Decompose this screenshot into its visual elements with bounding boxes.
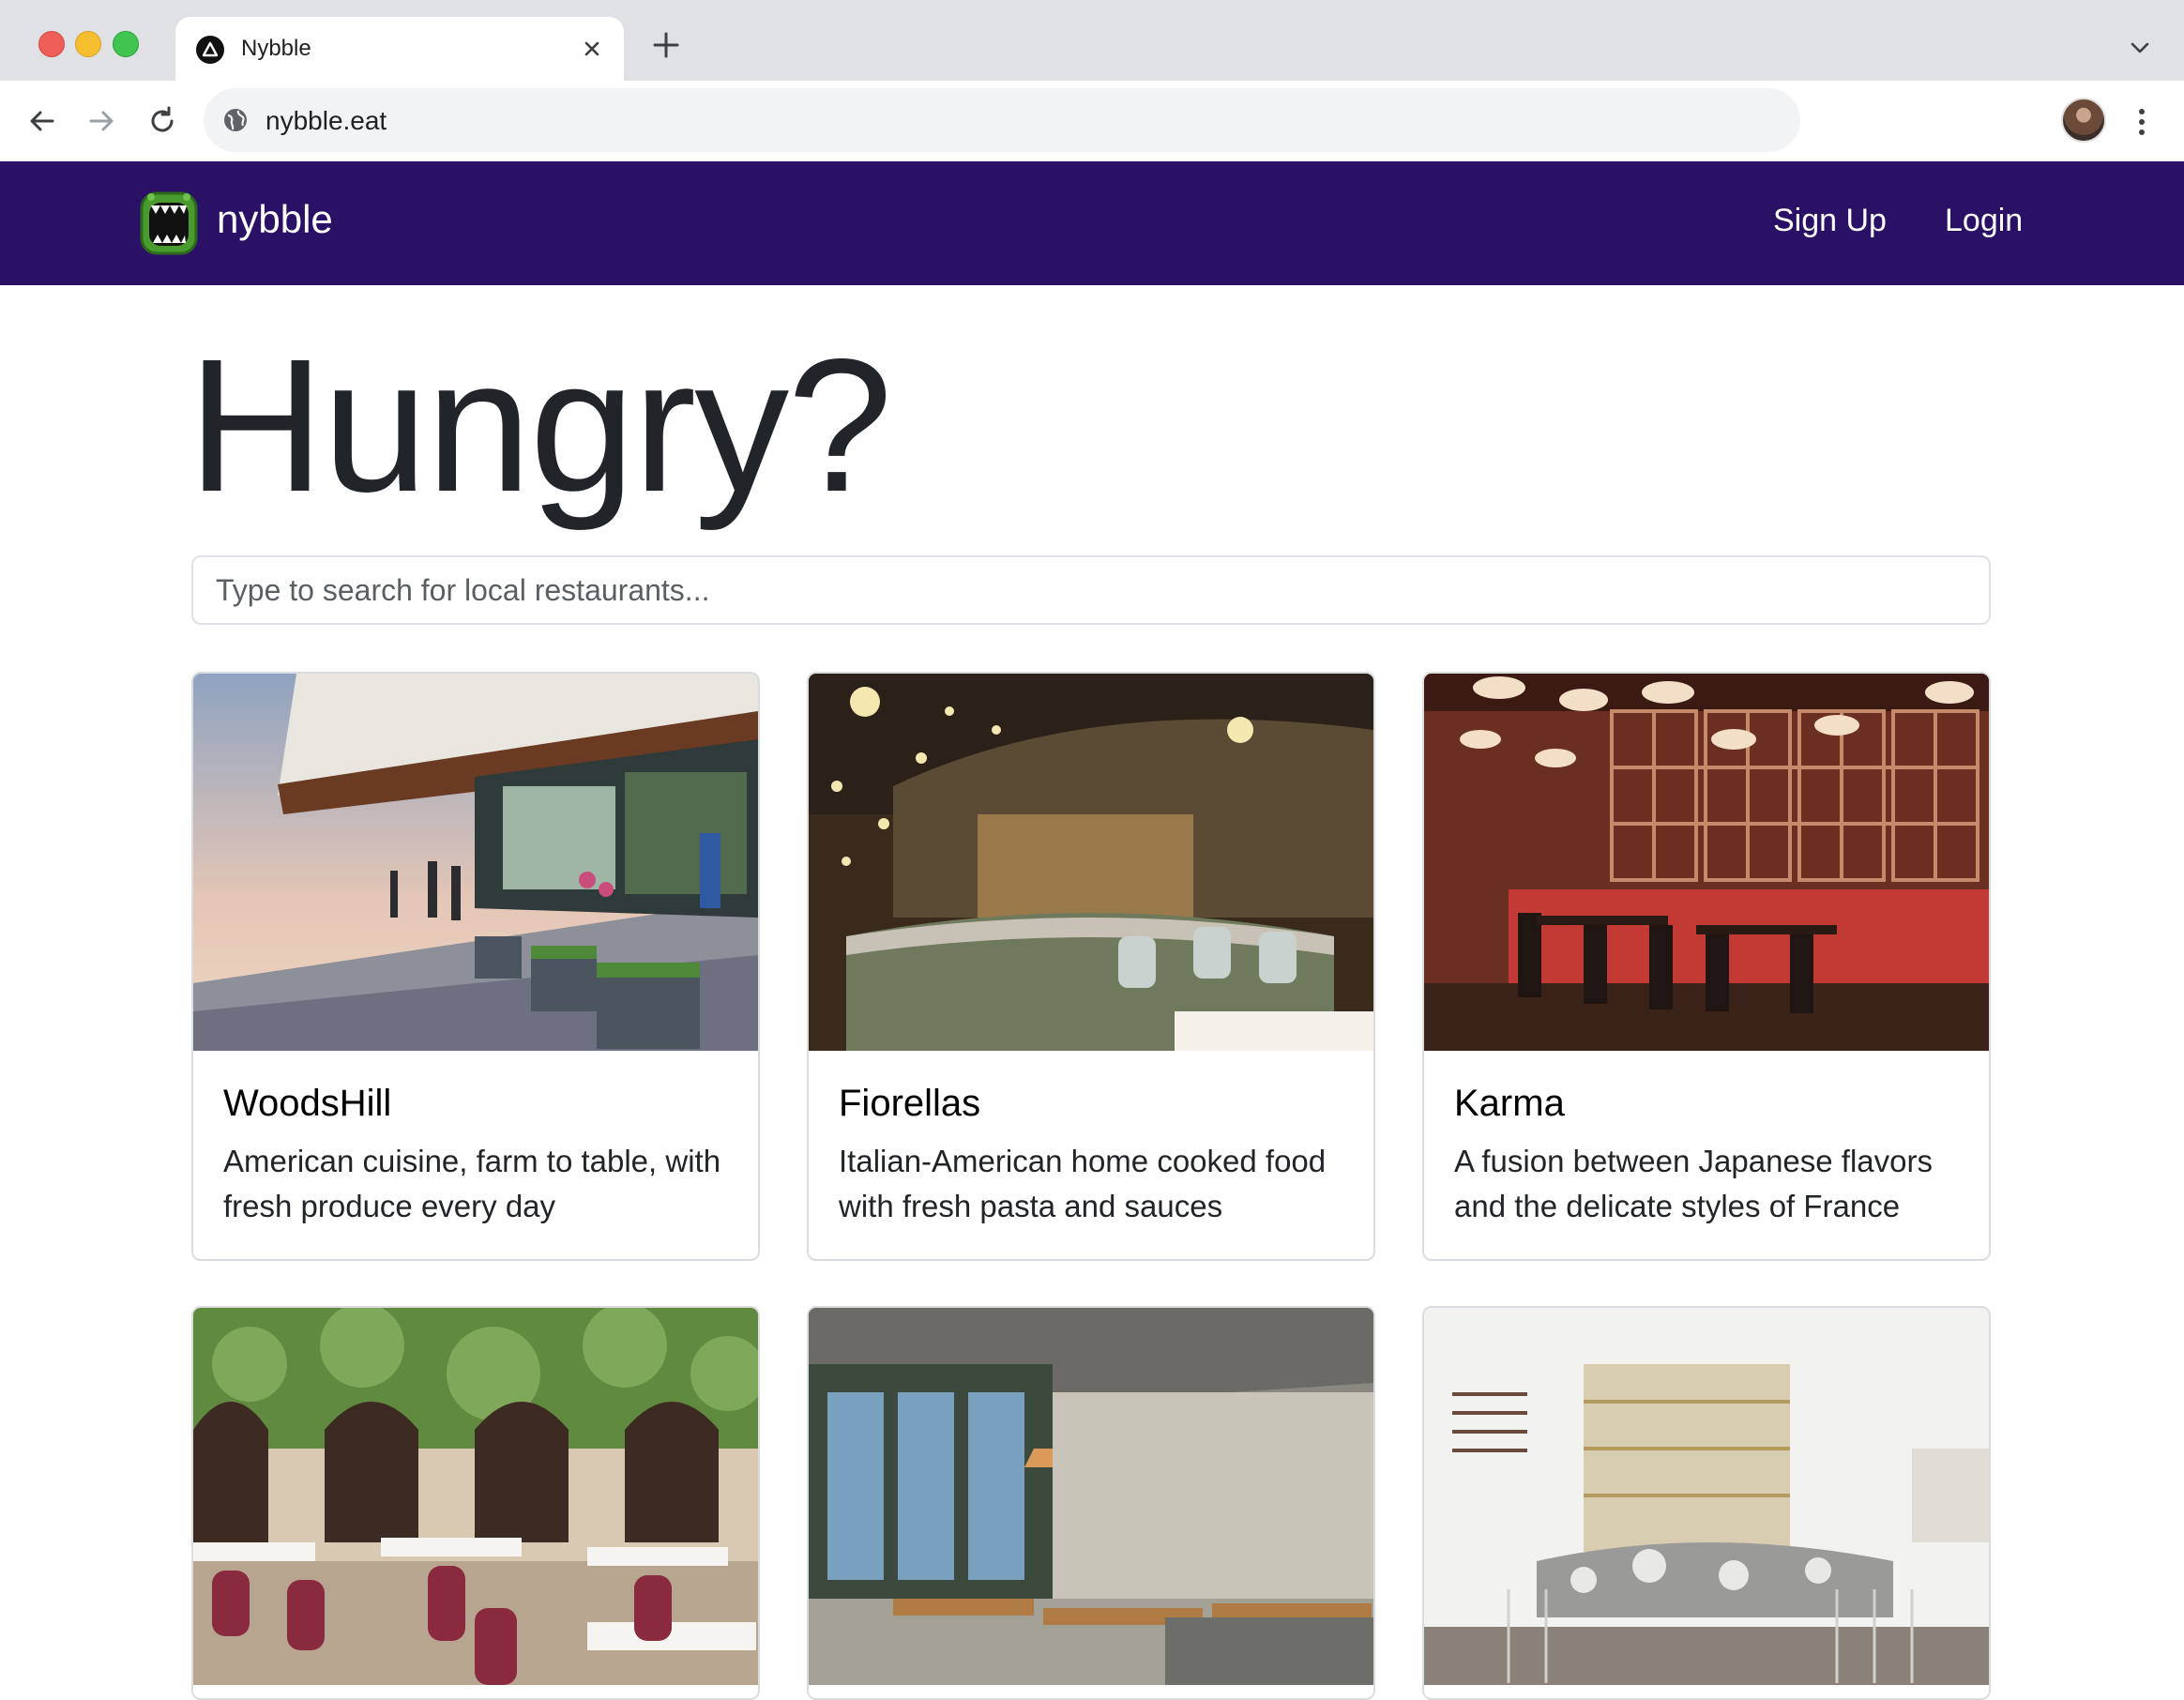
- restaurant-card[interactable]: WoodsHill American cuisine, farm to tabl…: [191, 672, 760, 1261]
- restaurant-photo[interactable]: [809, 674, 1373, 1051]
- brand-name[interactable]: nybble: [217, 197, 333, 242]
- restaurant-photo[interactable]: [809, 1308, 1373, 1685]
- restaurant-card[interactable]: [191, 1306, 760, 1700]
- close-tab-icon[interactable]: [577, 34, 607, 64]
- reload-icon[interactable]: [143, 101, 182, 141]
- restaurant-description: A fusion between Japanese flavors and th…: [1454, 1144, 1934, 1223]
- more-options-icon[interactable]: [2128, 101, 2156, 143]
- maximize-window-button[interactable]: [113, 31, 139, 57]
- new-tab-icon[interactable]: [649, 28, 683, 62]
- restaurant-card[interactable]: [807, 1306, 1375, 1700]
- page-heading: Hungry?: [188, 319, 893, 531]
- minimize-window-button[interactable]: [75, 31, 101, 57]
- restaurant-photo[interactable]: [1424, 1308, 1989, 1685]
- restaurant-photo[interactable]: [193, 1308, 758, 1685]
- restaurant-card[interactable]: Fiorellas Italian-American home cooked f…: [807, 672, 1375, 1261]
- site-favicon-icon: [196, 36, 224, 64]
- tab-title: Nybble: [241, 36, 311, 61]
- url-text[interactable]: nybble.eat: [265, 106, 387, 136]
- restaurant-name[interactable]: WoodsHill: [223, 1083, 391, 1125]
- browser-tab-active[interactable]: Nybble: [175, 17, 624, 81]
- browser-tab-strip: Nybble: [0, 0, 2184, 81]
- restaurant-description: American cuisine, farm to table, with fr…: [223, 1144, 721, 1223]
- forward-arrow-icon[interactable]: [82, 101, 121, 141]
- signup-link[interactable]: Sign Up: [1773, 203, 1887, 239]
- restaurant-card[interactable]: Karma A fusion between Japanese flavors …: [1422, 672, 1991, 1261]
- nybble-monster-logo-icon[interactable]: [138, 190, 200, 257]
- close-window-button[interactable]: [38, 31, 65, 57]
- restaurant-photo[interactable]: [1424, 674, 1989, 1051]
- site-navbar: nybble Sign Up Login: [0, 161, 2184, 285]
- login-link[interactable]: Login: [1945, 203, 2023, 239]
- restaurant-name[interactable]: Karma: [1454, 1083, 1565, 1125]
- tab-search-chevron-down-icon[interactable]: [2126, 34, 2154, 62]
- restaurant-name[interactable]: Fiorellas: [839, 1083, 980, 1125]
- restaurant-description: Italian-American home cooked food with f…: [839, 1144, 1327, 1223]
- globe-icon[interactable]: [222, 107, 249, 133]
- browser-toolbar: nybble.eat: [0, 81, 2184, 162]
- restaurant-search-input[interactable]: [191, 555, 1991, 625]
- address-bar[interactable]: nybble.eat: [204, 88, 1800, 152]
- restaurant-photo[interactable]: [193, 674, 758, 1051]
- restaurant-card[interactable]: [1422, 1306, 1991, 1700]
- back-arrow-icon[interactable]: [23, 101, 62, 141]
- profile-avatar[interactable]: [2061, 98, 2106, 143]
